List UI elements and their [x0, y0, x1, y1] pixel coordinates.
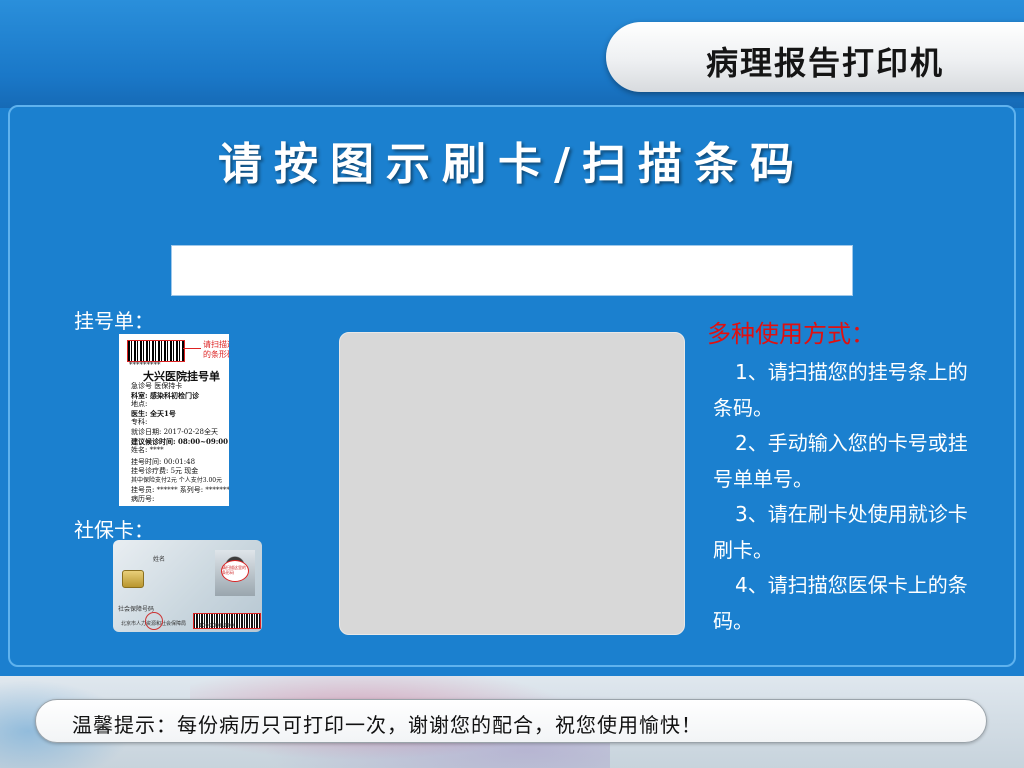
slip-line: 姓名: **** — [131, 446, 164, 454]
usage-list: 1、请扫描您的挂号条上的条码。 2、手动输入您的卡号或挂号单单号。 3、请在刷卡… — [713, 355, 973, 639]
slip-line: 专科: — [131, 418, 148, 426]
social-card-label: 社保卡： — [74, 518, 154, 542]
pointer-arrow — [183, 348, 201, 349]
slip-scan-note: 请扫描这里的条形码 — [203, 340, 229, 359]
card-number-label: 社会保障号码 — [118, 606, 155, 613]
card-chip-icon — [122, 570, 144, 588]
slip-line: 挂号诊疗费: 5元 现金 — [131, 467, 199, 475]
card-number-input[interactable] — [171, 245, 853, 296]
slip-line: 医生: 全天1号 — [131, 409, 176, 418]
registration-slip-image: 请扫描这里的条形码 ********* 大兴医院挂号单 急诊号 医保持卡 科室:… — [119, 334, 229, 506]
slip-line: 急诊号 医保持卡 — [131, 382, 183, 390]
usage-title: 多种使用方式： — [707, 320, 875, 348]
app-title: 病理报告打印机 — [706, 44, 945, 82]
slip-line: 挂号时间: 00:01:48 — [131, 458, 196, 466]
instruction-headline: 请按图示刷卡/扫描条码 — [217, 139, 807, 190]
slip-line: 科室: 感染科初检门诊 — [131, 391, 200, 400]
slip-line: 其中保险支付2元 个人支付3.00元 — [131, 477, 223, 484]
usage-item: 3、请在刷卡处使用就诊卡刷卡。 — [713, 502, 968, 562]
usage-item: 1、请扫描您的挂号条上的条码。 — [713, 360, 968, 420]
slip-line: 病历号: — [131, 495, 155, 503]
social-security-card-image: 姓名 请扫描这里的条形码 社会保障号码 北京市人力资源和社会保障局 100000… — [113, 540, 262, 632]
tip-banner: 温馨提示：每份病历只可打印一次，谢谢您的配合，祝您使用愉快！ — [35, 699, 987, 743]
slip-barcode — [127, 340, 185, 362]
usage-item: 2、手动输入您的卡号或挂号单单号。 — [713, 431, 968, 491]
tip-text: 温馨提示：每份病历只可打印一次，谢谢您的配合，祝您使用愉快！ — [72, 713, 702, 737]
scan-display-area — [339, 332, 685, 635]
slip-line: 就诊日期: 2017-02-28全天 — [131, 428, 218, 436]
card-stamp — [145, 612, 163, 630]
slip-line: 挂号员: ****** 系列号: ******* — [131, 486, 229, 494]
registration-slip-label: 挂号单： — [74, 309, 154, 333]
top-bar: 病理报告打印机 — [0, 0, 1024, 108]
title-badge: 病理报告打印机 — [606, 22, 1024, 92]
usage-item: 4、请扫描您医保卡上的条码。 — [713, 573, 968, 633]
slip-line: 建议候诊时间: 08:00~09:00 上午 — [131, 437, 229, 446]
slip-line: 地点: — [131, 400, 148, 408]
card-name-label: 姓名 — [153, 556, 166, 563]
